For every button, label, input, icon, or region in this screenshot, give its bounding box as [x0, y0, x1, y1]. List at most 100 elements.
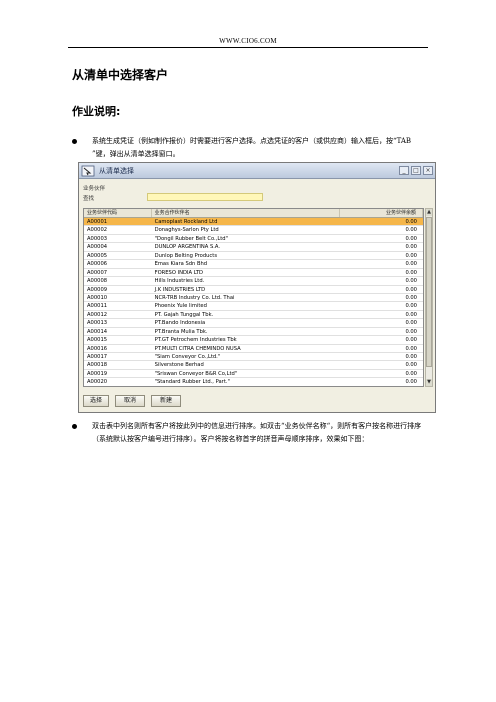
table-header: 业务伙伴代码 业务合作伙伴名 业务伙伴余额: [84, 209, 423, 218]
table-row[interactable]: A00016 PT.MULTI CITRA CHEMINDO NUSA 0.00: [84, 345, 423, 353]
cell-code: A00007: [87, 269, 108, 276]
cell-name: PT.GT Petrochem Industries Tbk: [154, 337, 237, 344]
table-row[interactable]: A00006 Emas Kiara Sdn Bhd 0.00: [84, 260, 423, 269]
maximize-icon[interactable]: □: [411, 166, 421, 175]
cell-balance: 0.00: [405, 278, 417, 285]
table-row[interactable]: A00010 NCR-TRB Industry Co. Ltd. Thai 0.00: [84, 294, 423, 303]
scroll-thumb[interactable]: [426, 217, 432, 367]
cell-code: A00005: [87, 252, 108, 259]
bullet-dot-icon: [72, 139, 77, 144]
cell-code: A00012: [87, 311, 108, 318]
cell-balance: 0.00: [405, 261, 417, 268]
bullet-item: 双击表中列名则所有客户将按此列中的信息进行排序。如双击“业务伙伴名称“，则所有客…: [72, 420, 422, 446]
vertical-scrollbar[interactable]: ▲ ▼: [425, 208, 433, 387]
scroll-down-icon[interactable]: ▼: [426, 379, 432, 386]
cell-name: Camoplast Rockland Ltd: [154, 219, 218, 225]
cell-code: A00004: [87, 244, 108, 251]
cell-balance: 0.00: [405, 269, 417, 276]
cell-code: A00018: [87, 362, 108, 369]
cell-balance: 0.00: [405, 370, 417, 377]
cell-name: Hills Industries Ltd.: [154, 278, 205, 285]
cell-code: A00001: [87, 219, 108, 225]
cell-name: PT.Branta Mulia Tbk.: [154, 328, 208, 335]
table-row[interactable]: A00020 "Standard Rubber Ltd., Part." 0.00: [84, 378, 423, 386]
cell-name: PT. Gajah Tunggal Tbk.: [154, 311, 214, 318]
cell-code: A00006: [87, 261, 108, 268]
table-row[interactable]: A00009 J.K INDUSTRIES LTD 0.00: [84, 286, 423, 294]
table-row[interactable]: A00008 Hills Industries Ltd. 0.00: [84, 277, 423, 286]
cell-balance: 0.00: [405, 320, 417, 327]
cancel-button[interactable]: 取消: [115, 395, 145, 407]
cell-code: A00008: [87, 278, 108, 285]
cell-name: J.K INDUSTRIES LTD: [154, 286, 206, 293]
cell-code: A00014: [87, 328, 108, 335]
window-icon: [81, 165, 95, 177]
cell-balance: 0.00: [405, 235, 417, 242]
column-header-name[interactable]: 业务合作伙伴名: [152, 209, 341, 217]
cell-code: A00011: [87, 303, 108, 310]
cell-code: A00015: [87, 337, 108, 344]
bullet-dot-icon: [72, 424, 77, 429]
cell-balance: 0.00: [405, 328, 417, 335]
cell-name: "Sriswan Conveyor B&R Co,Ltd": [154, 370, 238, 377]
table-row[interactable]: A00015 PT.GT Petrochem Industries Tbk 0.00: [84, 336, 423, 345]
table-row[interactable]: A00017 "Siam Conveyor Co.,Ltd." 0.00: [84, 353, 423, 362]
dialog-title: 从清单选择: [99, 167, 134, 175]
cell-code: A00009: [87, 286, 108, 293]
partner-table: 业务伙伴代码 业务合作伙伴名 业务伙伴余额 A00001 Camoplast Ro…: [83, 208, 424, 387]
choose-from-list-dialog: 从清单选择 _ □ × 业务伙伴 查找 业务伙伴代码 业务合作伙伴名 业务伙伴余…: [78, 162, 436, 413]
close-icon[interactable]: ×: [423, 166, 433, 175]
table-row[interactable]: A00018 Silverstone Berhad 0.00: [84, 361, 423, 370]
cell-code: A00020: [87, 379, 108, 386]
cell-balance: 0.00: [405, 337, 417, 344]
table-row[interactable]: A00004 DUNLOP ARGENTINA S.A. 0.00: [84, 243, 423, 252]
cell-code: A00010: [87, 294, 108, 301]
table-row[interactable]: A00014 PT.Branta Mulia Tbk. 0.00: [84, 328, 423, 337]
new-button[interactable]: 新建: [151, 395, 181, 407]
cell-code: A00013: [87, 320, 108, 327]
cell-code: A00017: [87, 354, 108, 360]
column-header-code[interactable]: 业务伙伴代码: [84, 209, 152, 217]
cell-code: A00016: [87, 345, 108, 352]
scroll-up-icon[interactable]: ▲: [426, 209, 432, 216]
site-header: WWW.CIO6.COM: [219, 37, 277, 45]
cell-name: Phoenix Yule limited: [154, 303, 207, 310]
cell-balance: 0.00: [405, 252, 417, 259]
table-row[interactable]: A00001 Camoplast Rockland Ltd 0.00: [84, 218, 423, 227]
section-title: 作业说明:: [72, 105, 121, 118]
cell-name: NCR-TRB Industry Co. Ltd. Thai: [154, 294, 235, 301]
select-button[interactable]: 选择: [83, 395, 109, 407]
minimize-icon[interactable]: _: [399, 166, 409, 175]
cell-code: A00019: [87, 370, 108, 377]
table-row[interactable]: A00012 PT. Gajah Tunggal Tbk. 0.00: [84, 311, 423, 320]
cell-balance: 0.00: [405, 244, 417, 251]
cell-balance: 0.00: [405, 345, 417, 352]
dialog-titlebar[interactable]: 从清单选择 _ □ ×: [79, 163, 435, 179]
table-row[interactable]: A00019 "Sriswan Conveyor B&R Co,Ltd" 0.00: [84, 370, 423, 379]
bullet-text: 双击表中列名则所有客户将按此列中的信息进行排序。如双击“业务伙伴名称“，则所有客…: [92, 422, 422, 443]
cell-code: A00002: [87, 227, 108, 234]
cell-name: "Siam Conveyor Co.,Ltd.": [154, 354, 221, 360]
table-row[interactable]: A00011 Phoenix Yule limited 0.00: [84, 302, 423, 311]
table-row[interactable]: A00005 Dunlop Belting Products 0.00: [84, 252, 423, 261]
table-row[interactable]: A00013 PT.Bando Indonesia 0.00: [84, 319, 423, 328]
search-label: 查找: [83, 196, 95, 202]
partner-label: 业务伙伴: [83, 186, 106, 192]
cell-balance: 0.00: [405, 379, 417, 386]
cell-balance: 0.00: [405, 219, 417, 225]
search-input[interactable]: [147, 193, 263, 201]
cell-balance: 0.00: [405, 294, 417, 301]
column-header-balance[interactable]: 业务伙伴余额: [340, 209, 423, 217]
cell-name: Emas Kiara Sdn Bhd: [154, 261, 208, 268]
cell-name: PT.Bando Indonesia: [154, 320, 206, 327]
cell-code: A00003: [87, 235, 108, 242]
cell-name: DUNLOP ARGENTINA S.A.: [154, 244, 220, 251]
table-body: A00001 Camoplast Rockland Ltd 0.00 A00002 Do…: [84, 218, 423, 386]
table-row[interactable]: A00003 "Dongil Rubber Belt Co.,Ltd" 0.00: [84, 235, 423, 244]
cell-balance: 0.00: [405, 311, 417, 318]
table-row[interactable]: A00007 FORESO INDIA LTD 0.00: [84, 269, 423, 278]
cell-name: FORESO INDIA LTD: [154, 269, 204, 276]
cell-name: Donaghys-Sarlon Pty Ltd: [154, 227, 219, 234]
table-row[interactable]: A00002 Donaghys-Sarlon Pty Ltd 0.00: [84, 226, 423, 235]
cell-name: "Standard Rubber Ltd., Part.": [154, 379, 230, 386]
